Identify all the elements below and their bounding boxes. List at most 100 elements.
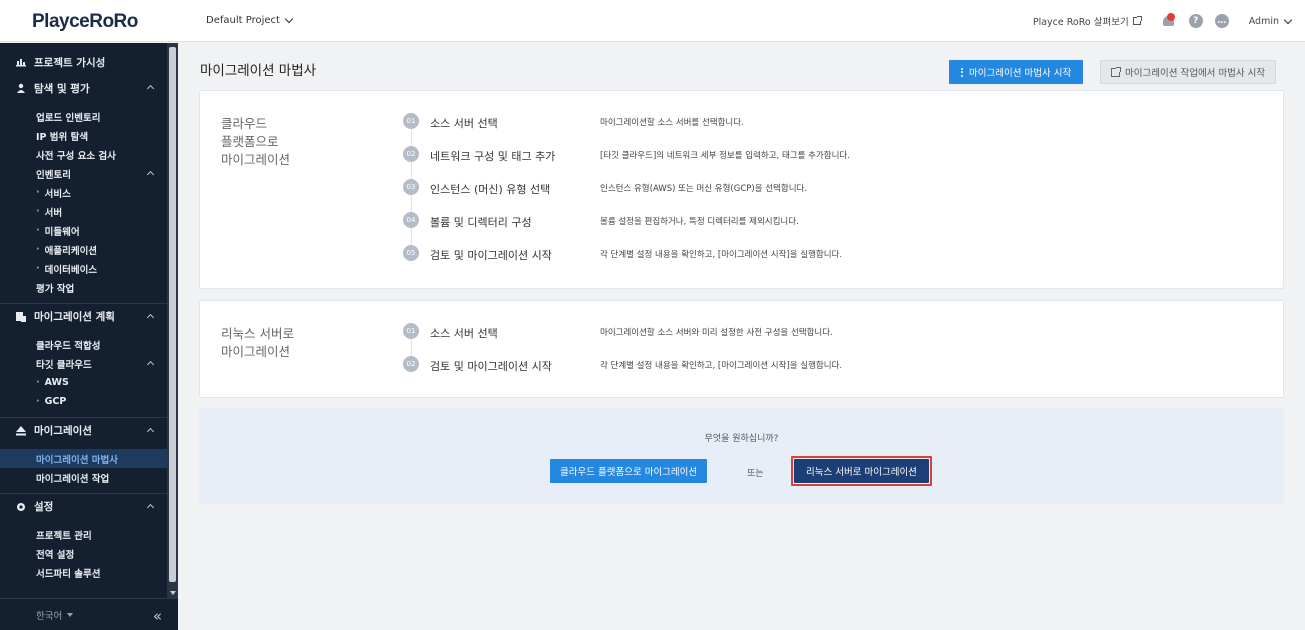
sidebar-scrollbar[interactable] bbox=[167, 43, 178, 598]
sidebar-item-assessment-jobs[interactable]: 평가 작업 bbox=[0, 278, 167, 297]
sidebar-section-migration[interactable]: 마이그레이션 bbox=[0, 417, 167, 443]
project-name: Default Project bbox=[206, 15, 280, 26]
sidebar-footer: 한국어 « bbox=[0, 598, 178, 630]
step-item: 05 검토 및 마이그레이션 시작 각 단계별 설정 내용을 확인하고, [마이… bbox=[403, 245, 850, 280]
step-number: 02 bbox=[403, 356, 419, 372]
step-number: 01 bbox=[403, 323, 419, 339]
step-name: 검토 및 마이그레이션 시작 bbox=[430, 249, 552, 262]
or-text: 또는 bbox=[747, 469, 764, 479]
sidebar-item-servers[interactable]: 서버 bbox=[0, 202, 167, 221]
sidebar-item-migration-wizard[interactable]: 마이그레이션 마법사 bbox=[0, 449, 167, 468]
highlight-box: 리눅스 서버로 마이그레이션 bbox=[791, 456, 932, 486]
step-item: 02 네트워크 구성 및 태그 추가 [타깃 클라우드]의 네트워크 세부 정보… bbox=[403, 146, 850, 181]
step-item: 01 소스 서버 선택 마이그레이션할 소스 서버를 선택합니다. bbox=[403, 113, 850, 148]
sidebar-item-migration-jobs[interactable]: 마이그레이션 작업 bbox=[0, 468, 167, 487]
chart-icon bbox=[16, 59, 26, 67]
sidebar-item-applications[interactable]: 애플리케이션 bbox=[0, 240, 167, 259]
step-number: 02 bbox=[403, 146, 419, 162]
step-item: 02 검토 및 마이그레이션 시작 각 단계별 설정 내용을 확인하고, [마이… bbox=[403, 356, 843, 391]
step-description: 마이그레이션할 소스 서버를 선택합니다. bbox=[600, 118, 744, 128]
user-menu[interactable]: Admin bbox=[1249, 15, 1293, 27]
sidebar-item-middleware[interactable]: 미들웨어 bbox=[0, 221, 167, 240]
top-bar: PlayceRoRo Default Project Playce RoRo 살… bbox=[0, 0, 1305, 42]
search-person-icon bbox=[17, 83, 25, 93]
sidebar-item-cloud-suitability[interactable]: 클라우드 적합성 bbox=[0, 335, 167, 354]
chevron-up-icon bbox=[146, 313, 155, 322]
preview-link-label: Playce RoRo 살펴보기 bbox=[1032, 17, 1129, 28]
sidebar-item-target-cloud[interactable]: 타깃 클라우드 bbox=[0, 354, 167, 373]
migration-choice-panel: 무엇을 원하십니까? 클라우드 플랫폼으로 마이그레이션 또는 리눅스 서버로 … bbox=[199, 408, 1284, 504]
step-number: 03 bbox=[403, 179, 419, 195]
cloud-migration-card: 클라우드 플랫폼으로 마이그레이션 01 소스 서버 선택 마이그레이션할 소스… bbox=[199, 90, 1284, 289]
step-description: 각 단계별 설정 내용을 확인하고, [마이그레이션 시작]을 실행합니다. bbox=[600, 361, 843, 371]
sidebar-item-global-settings[interactable]: 전역 설정 bbox=[0, 544, 167, 563]
sidebar-item-label: 타깃 클라우드 bbox=[36, 359, 92, 371]
step-description: 볼륨 설정을 편집하거나, 특정 디렉터리를 제외시킵니다. bbox=[600, 217, 799, 227]
sidebar-section-migration-plan[interactable]: 마이그레이션 계획 bbox=[0, 303, 167, 329]
card-title: 리눅스 서버로 마이그레이션 bbox=[221, 325, 294, 361]
main-content: 마이그레이션 마법사 마이그레이션 마법사 시작 마이그레이션 작업에서 마법사… bbox=[178, 43, 1305, 630]
chevron-up-icon bbox=[146, 503, 155, 512]
step-description: 인스턴스 유형(AWS) 또는 머신 유형(GCP)을 선택합니다. bbox=[600, 184, 808, 194]
sidebar-item-aws[interactable]: AWS bbox=[0, 373, 167, 392]
chat-icon[interactable]: … bbox=[1214, 14, 1229, 28]
sidebar-menu: 프로젝트 가시성 탐색 및 평가 업로드 인벤토리 IP 범위 탐색 사전 구성… bbox=[0, 43, 167, 598]
step-name: 소스 서버 선택 bbox=[430, 117, 498, 130]
language-label: 한국어 bbox=[36, 610, 63, 622]
step-item: 03 인스턴스 (머신) 유형 선택 인스턴스 유형(AWS) 또는 머신 유형… bbox=[403, 179, 850, 214]
step-item: 01 소스 서버 선택 마이그레이션할 소스 서버와 미리 설정한 사전 구성을… bbox=[403, 323, 842, 358]
cloud-migration-button[interactable]: 클라우드 플랫폼으로 마이그레이션 bbox=[550, 459, 708, 483]
sidebar-item-label: 인벤토리 bbox=[36, 169, 71, 181]
start-from-job-button[interactable]: 마이그레이션 작업에서 마법사 시작 bbox=[1100, 60, 1277, 84]
notification-bell-icon[interactable] bbox=[1161, 13, 1177, 29]
choice-question: 무엇을 원하십니까? bbox=[704, 434, 779, 444]
sidebar-item-services[interactable]: 서비스 bbox=[0, 183, 167, 202]
sidebar-section-project-visibility[interactable]: 프로젝트 가시성 bbox=[0, 49, 167, 75]
step-number: 01 bbox=[403, 113, 419, 129]
chevron-down-icon bbox=[1283, 15, 1293, 24]
external-link-icon bbox=[1111, 66, 1121, 77]
language-selector[interactable]: 한국어 bbox=[36, 608, 74, 622]
step-name: 인스턴스 (머신) 유형 선택 bbox=[430, 183, 551, 196]
chevron-down-icon bbox=[284, 14, 294, 24]
sidebar-item-inventory[interactable]: 인벤토리 bbox=[0, 164, 167, 183]
sidebar-section-label: 마이그레이션 계획 bbox=[34, 311, 115, 323]
step-name: 볼륨 및 디렉터리 구성 bbox=[430, 216, 532, 229]
start-from-job-label: 마이그레이션 작업에서 마법사 시작 bbox=[1125, 68, 1266, 79]
preview-link[interactable]: Playce RoRo 살펴보기 bbox=[1032, 14, 1142, 28]
external-link-icon bbox=[1132, 16, 1142, 25]
card-title-line: 마이그레이션 bbox=[221, 152, 291, 167]
sidebar-item-third-party[interactable]: 서드파티 솔루션 bbox=[0, 563, 167, 582]
top-right-actions: Playce RoRo 살펴보기 ? … Admin bbox=[1032, 0, 1293, 42]
scrollbar-thumb[interactable] bbox=[169, 47, 176, 582]
chevron-up-icon bbox=[146, 170, 155, 179]
linux-migration-button[interactable]: 리눅스 서버로 마이그레이션 bbox=[794, 459, 929, 483]
chevron-up-icon bbox=[146, 360, 155, 369]
scroll-down-arrow-icon[interactable] bbox=[170, 591, 176, 595]
plan-icon bbox=[16, 311, 26, 322]
start-wizard-button[interactable]: 마이그레이션 마법사 시작 bbox=[949, 60, 1084, 84]
project-selector[interactable]: Default Project bbox=[206, 14, 294, 26]
sidebar-section-discovery[interactable]: 탐색 및 평가 bbox=[0, 75, 167, 101]
sidebar-item-gcp[interactable]: GCP bbox=[0, 392, 167, 411]
sidebar-item-preconfig-check[interactable]: 사전 구성 요소 검사 bbox=[0, 145, 167, 164]
step-list: 01 소스 서버 선택 마이그레이션할 소스 서버와 미리 설정한 사전 구성을… bbox=[403, 323, 843, 391]
collapse-sidebar-icon[interactable]: « bbox=[153, 607, 162, 625]
kebab-icon bbox=[961, 67, 963, 77]
help-icon[interactable]: ? bbox=[1188, 14, 1203, 28]
step-name: 네트워크 구성 및 태그 추가 bbox=[430, 150, 556, 163]
gear-icon bbox=[17, 502, 25, 511]
logo[interactable]: PlayceRoRo bbox=[32, 11, 138, 33]
step-number: 04 bbox=[403, 212, 419, 228]
card-title-line: 클라우드 bbox=[221, 116, 268, 131]
sidebar-section-settings[interactable]: 설정 bbox=[0, 493, 167, 519]
page-title: 마이그레이션 마법사 bbox=[200, 63, 317, 79]
step-number: 05 bbox=[403, 245, 419, 261]
step-list: 01 소스 서버 선택 마이그레이션할 소스 서버를 선택합니다. 02 네트워… bbox=[403, 113, 850, 280]
card-title-line: 마이그레이션 bbox=[221, 344, 291, 359]
sidebar-item-project-management[interactable]: 프로젝트 관리 bbox=[0, 525, 167, 544]
sidebar-item-upload-inventory[interactable]: 업로드 인벤토리 bbox=[0, 107, 167, 126]
caret-down-icon bbox=[67, 612, 74, 617]
sidebar-item-databases[interactable]: 데이터베이스 bbox=[0, 259, 167, 278]
sidebar-item-ip-range[interactable]: IP 범위 탐색 bbox=[0, 126, 167, 145]
